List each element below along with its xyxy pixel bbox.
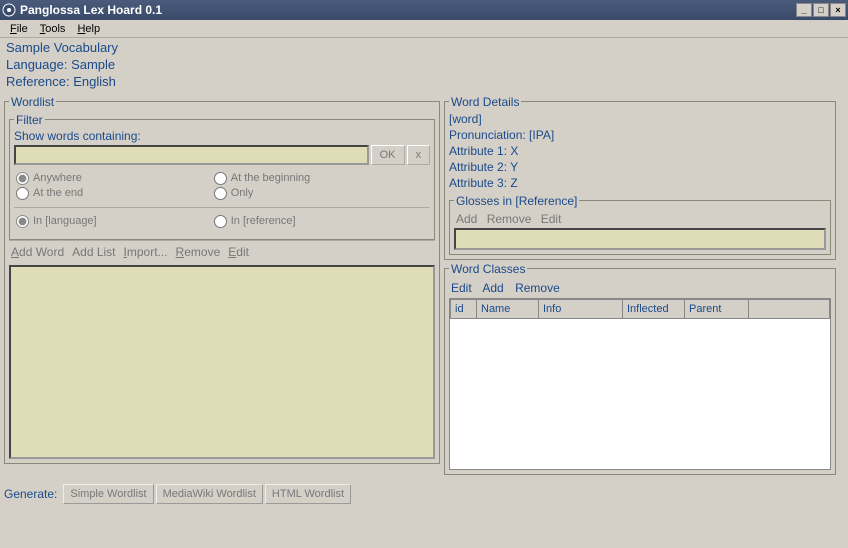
language-label: Language: Sample [6, 57, 842, 74]
filter-group: Filter Show words containing: OK x Anywh… [9, 113, 435, 240]
menu-file[interactable]: File [4, 22, 34, 36]
edit-word-button[interactable]: Edit [228, 245, 249, 259]
filter-ok-button[interactable]: OK [371, 145, 405, 165]
menubar: File Tools Help [0, 20, 848, 38]
word-details-legend: Word Details [449, 95, 521, 109]
app-icon [2, 3, 16, 17]
detail-pronunciation: Pronunciation: [IPA] [449, 127, 831, 143]
word-classes-legend: Word Classes [449, 262, 527, 276]
vocab-name: Sample Vocabulary [6, 40, 842, 57]
filter-clear-button[interactable]: x [407, 145, 431, 165]
radio-in-language[interactable]: In [language] [16, 214, 214, 229]
language-radio-group: In [language] In [reference] [14, 207, 430, 235]
generate-bar: Generate: Simple Wordlist MediaWiki Word… [0, 481, 848, 507]
close-button[interactable]: × [830, 3, 846, 17]
gen-mediawiki-button[interactable]: MediaWiki Wordlist [156, 484, 263, 504]
show-words-label: Show words containing: [14, 129, 430, 143]
gloss-remove-button[interactable]: Remove [487, 212, 532, 226]
position-radio-group: Anywhere At the beginning At the end Onl… [14, 167, 430, 205]
word-classes-toolbar: Edit Add Remove [449, 278, 831, 298]
detail-word: [word] [449, 111, 831, 127]
generate-label: Generate: [4, 487, 57, 501]
filter-legend: Filter [14, 113, 45, 127]
col-name[interactable]: Name [477, 299, 539, 318]
gen-simple-button[interactable]: Simple Wordlist [63, 484, 153, 504]
window-controls: _ □ × [796, 3, 846, 17]
info-area: Sample Vocabulary Language: Sample Refer… [0, 38, 848, 93]
left-panel: Wordlist Filter Show words containing: O… [4, 93, 440, 475]
filter-input[interactable] [14, 145, 369, 165]
wordlist-group: Wordlist Filter Show words containing: O… [4, 95, 440, 464]
glosses-toolbar: Add Remove Edit [454, 210, 826, 228]
wc-add-button[interactable]: Add [482, 281, 503, 295]
col-info[interactable]: Info [539, 299, 623, 318]
detail-attr2: Attribute 2: Y [449, 159, 831, 175]
right-panel: Word Details [word] Pronunciation: [IPA]… [444, 93, 836, 475]
col-parent[interactable]: Parent [685, 299, 749, 318]
wc-remove-button[interactable]: Remove [515, 281, 560, 295]
menu-help[interactable]: Help [71, 22, 106, 36]
wordlist-legend: Wordlist [9, 95, 56, 109]
detail-attr3: Attribute 3: Z [449, 175, 831, 191]
col-spacer [749, 299, 830, 318]
import-button[interactable]: Import... [124, 245, 168, 259]
col-id[interactable]: id [451, 299, 477, 318]
word-details-group: Word Details [word] Pronunciation: [IPA]… [444, 95, 836, 260]
gloss-add-button[interactable]: Add [456, 212, 477, 226]
add-word-button[interactable]: Add Word [11, 245, 64, 259]
radio-in-reference[interactable]: In [reference] [214, 214, 412, 229]
remove-word-button[interactable]: Remove [176, 245, 221, 259]
radio-beginning[interactable]: At the beginning [214, 171, 412, 186]
radio-only[interactable]: Only [214, 186, 412, 201]
gloss-edit-button[interactable]: Edit [541, 212, 562, 226]
word-classes-group: Word Classes Edit Add Remove id Name Inf… [444, 262, 836, 475]
glosses-legend: Glosses in [Reference] [454, 194, 579, 208]
add-list-button[interactable]: Add List [72, 245, 115, 259]
radio-end[interactable]: At the end [16, 186, 214, 201]
titlebar: Panglossa Lex Hoard 0.1 _ □ × [0, 0, 848, 20]
gen-html-button[interactable]: HTML Wordlist [265, 484, 351, 504]
minimize-button[interactable]: _ [796, 3, 812, 17]
wordlist-listbox[interactable] [9, 265, 435, 459]
menu-tools[interactable]: Tools [34, 22, 72, 36]
word-classes-table-wrap: id Name Info Inflected Parent [449, 298, 831, 470]
col-inflected[interactable]: Inflected [623, 299, 685, 318]
reference-label: Reference: English [6, 74, 842, 91]
glosses-listbox[interactable] [454, 228, 826, 250]
radio-anywhere[interactable]: Anywhere [16, 171, 214, 186]
glosses-group: Glosses in [Reference] Add Remove Edit [449, 194, 831, 255]
window-title: Panglossa Lex Hoard 0.1 [20, 3, 796, 17]
wordlist-toolbar: Add Word Add List Import... Remove Edit [9, 240, 435, 263]
maximize-button[interactable]: □ [813, 3, 829, 17]
wc-edit-button[interactable]: Edit [451, 281, 472, 295]
word-classes-table[interactable]: id Name Info Inflected Parent [450, 299, 830, 319]
detail-attr1: Attribute 1: X [449, 143, 831, 159]
main-panels: Wordlist Filter Show words containing: O… [0, 93, 848, 475]
